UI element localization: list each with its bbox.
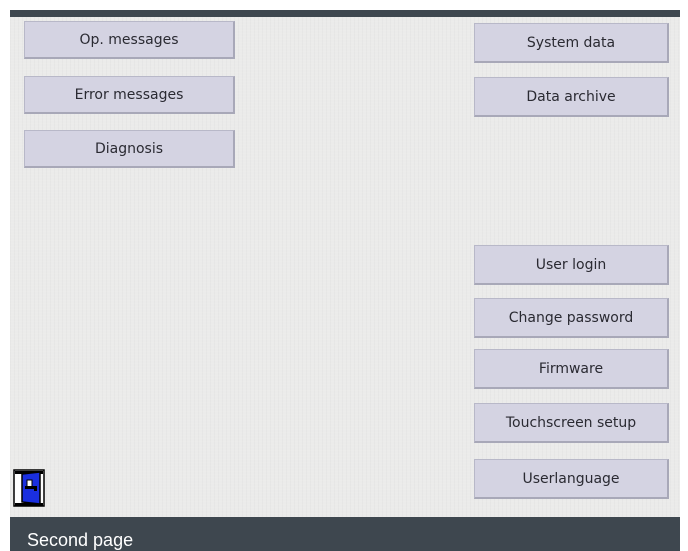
diagnosis-button[interactable]: Diagnosis [24,130,235,168]
op-messages-button[interactable]: Op. messages [24,21,235,59]
user-login-button[interactable]: User login [474,245,669,285]
top-bar [0,0,688,17]
userlanguage-button[interactable]: Userlanguage [474,459,669,499]
userlanguage-label: Userlanguage [522,470,620,487]
change-password-button[interactable]: Change password [474,298,669,338]
user-login-label: User login [535,256,607,273]
touchscreen-setup-button[interactable]: Touchscreen setup [474,403,669,443]
touchscreen-setup-label: Touchscreen setup [505,414,637,431]
firmware-button[interactable]: Firmware [474,349,669,389]
diagnosis-label: Diagnosis [94,140,164,157]
system-data-button[interactable]: System data [474,23,669,63]
change-password-label: Change password [508,309,634,326]
data-archive-label: Data archive [526,88,616,105]
firmware-label: Firmware [538,360,604,377]
system-data-label: System data [526,34,616,51]
error-messages-label: Error messages [74,86,184,103]
data-archive-button[interactable]: Data archive [474,77,669,117]
exit-door-icon[interactable] [13,469,45,507]
op-messages-label: Op. messages [79,31,179,48]
error-messages-button[interactable]: Error messages [24,76,235,114]
page-title: Second page [27,530,134,550]
hmi-screen: Op. messages Error messages Diagnosis Sy… [10,17,680,517]
footer-bar: Second page [10,517,680,551]
top-strip [10,10,680,17]
